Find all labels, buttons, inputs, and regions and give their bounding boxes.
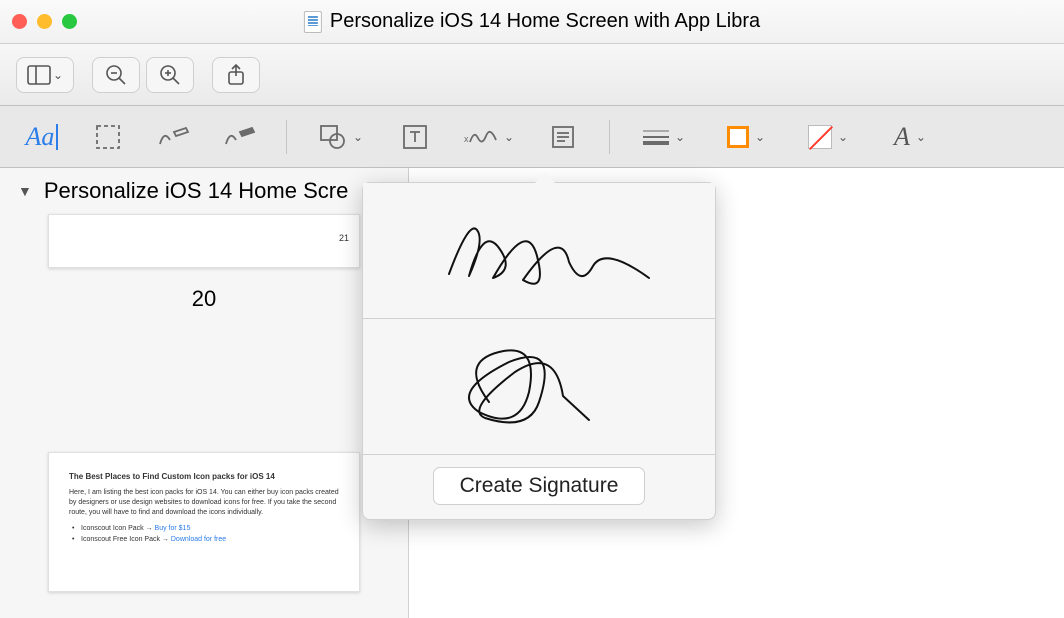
zoom-out-button[interactable]	[92, 57, 140, 93]
note-tool[interactable]	[543, 117, 583, 157]
signature-tool[interactable]: x ⌄	[461, 117, 517, 157]
disclosure-triangle-icon: ▼	[18, 183, 32, 199]
sketch-tool[interactable]	[154, 117, 194, 157]
shapes-tool[interactable]: ⌄	[313, 117, 369, 157]
window-title: Personalize iOS 14 Home Screen with App …	[304, 10, 760, 33]
svg-text:x: x	[464, 134, 469, 144]
sidebar-view-button[interactable]: ⌄	[16, 57, 74, 93]
thumbnail-paragraph: Here, I am listing the best icon packs f…	[69, 488, 339, 517]
chevron-down-icon: ⌄	[53, 68, 63, 82]
thumbnails-sidebar: ▼ Personalize iOS 14 Home Scre 21 20 The…	[0, 168, 408, 618]
fill-color-swatch	[808, 125, 832, 149]
chevron-down-icon: ⌄	[504, 130, 514, 144]
chevron-down-icon: ⌄	[353, 130, 363, 144]
markup-toolbar: Aa ⌄ x ⌄ ⌄ ⌄ ⌄ A ⌄	[0, 106, 1064, 168]
rectangular-selection-tool[interactable]	[88, 117, 128, 157]
chevron-down-icon: ⌄	[755, 130, 765, 144]
zoom-in-button[interactable]	[146, 57, 194, 93]
page-thumbnail[interactable]: 21	[48, 214, 360, 268]
document-name-label: Personalize iOS 14 Home Scre	[44, 178, 348, 204]
toolbar-divider	[609, 120, 610, 154]
chevron-down-icon: ⌄	[675, 130, 685, 144]
window-titlebar: Personalize iOS 14 Home Screen with App …	[0, 0, 1064, 44]
border-color-tool[interactable]: ⌄	[718, 117, 774, 157]
traffic-lights	[12, 14, 77, 29]
page-thumbnail[interactable]: The Best Places to Find Custom Icon pack…	[48, 452, 360, 592]
create-signature-button[interactable]: Create Signature	[433, 467, 646, 505]
document-icon	[304, 11, 322, 33]
draw-tool[interactable]	[220, 117, 260, 157]
border-weight-tool[interactable]: ⌄	[636, 117, 692, 157]
saved-signature-2[interactable]	[363, 319, 715, 455]
main-toolbar: ⌄	[0, 44, 1064, 106]
thumbnail-heading: The Best Places to Find Custom Icon pack…	[69, 471, 339, 482]
border-color-swatch	[727, 126, 749, 148]
saved-signature-1[interactable]	[363, 183, 715, 319]
text-style-tool[interactable]: A ⌄	[882, 117, 938, 157]
fullscreen-window-button[interactable]	[62, 14, 77, 29]
signature-popover: Create Signature	[362, 182, 716, 520]
thumbnail-list-item: Iconscout Icon Pack → Buy for $15	[81, 524, 339, 534]
page-number-label: 20	[0, 286, 408, 312]
minimize-window-button[interactable]	[37, 14, 52, 29]
popover-footer: Create Signature	[363, 455, 715, 519]
chevron-down-icon: ⌄	[838, 130, 848, 144]
thumbnail-page-number: 21	[339, 233, 349, 243]
share-button[interactable]	[212, 57, 260, 93]
close-window-button[interactable]	[12, 14, 27, 29]
text-select-tool[interactable]: Aa	[22, 117, 62, 157]
toolbar-divider	[286, 120, 287, 154]
thumbnail-list-item: Iconscout Free Icon Pack → Download for …	[81, 535, 339, 545]
chevron-down-icon: ⌄	[916, 130, 926, 144]
sidebar-header[interactable]: ▼ Personalize iOS 14 Home Scre	[0, 168, 408, 214]
window-title-text: Personalize iOS 14 Home Screen with App …	[330, 10, 760, 33]
fill-color-tool[interactable]: ⌄	[800, 117, 856, 157]
text-box-tool[interactable]	[395, 117, 435, 157]
